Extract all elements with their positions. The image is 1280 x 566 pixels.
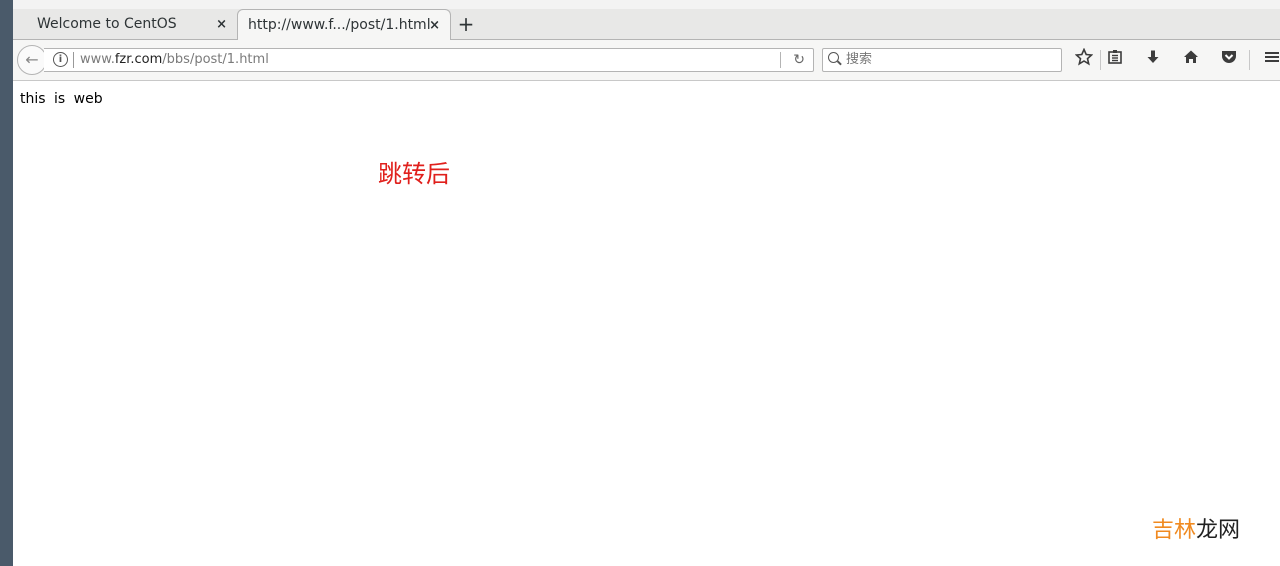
url-prefix: www. <box>80 52 115 67</box>
reading-list-icon[interactable] <box>1103 48 1127 72</box>
tab-strip: Welcome to CentOS × http://www.f.../post… <box>13 0 1280 41</box>
tab-post-1[interactable]: http://www.f.../post/1.html × <box>237 9 451 41</box>
desktop-edge <box>0 0 13 566</box>
reload-icon[interactable]: ↻ <box>793 49 805 71</box>
page-body-text: this is web <box>20 91 103 107</box>
tab-label: http://www.f.../post/1.html <box>248 17 431 33</box>
search-placeholder: 搜索 <box>846 52 873 67</box>
home-icon[interactable] <box>1179 48 1203 72</box>
site-watermark: 吉林龙网 <box>1152 512 1240 544</box>
url-bar[interactable]: i www.fzr.com/bbs/post/1.html ↻ <box>44 48 814 72</box>
watermark-part1: 吉林 <box>1151 518 1196 543</box>
back-button[interactable]: ← <box>17 45 47 75</box>
star-icon[interactable] <box>1072 47 1096 72</box>
info-icon[interactable]: i <box>53 52 68 67</box>
tab-welcome-centos[interactable]: Welcome to CentOS × <box>23 9 237 40</box>
close-icon[interactable]: × <box>429 10 440 41</box>
browser-window: Welcome to CentOS × http://www.f.../post… <box>13 0 1280 566</box>
toolbar-divider <box>1249 50 1250 70</box>
menu-icon[interactable] <box>1260 48 1280 72</box>
navigation-bar: ← i www.fzr.com/bbs/post/1.html ↻ 搜索 <box>13 40 1280 81</box>
search-icon <box>828 52 839 63</box>
new-tab-button[interactable]: + <box>456 9 476 40</box>
download-icon[interactable] <box>1141 48 1165 72</box>
url-host: fzr.com <box>114 52 163 67</box>
redirect-annotation: 跳转后 <box>378 160 450 188</box>
tab-label: Welcome to CentOS <box>37 16 177 32</box>
url-path: /bbs/post/1.html <box>162 52 269 67</box>
toolbar-divider <box>1100 50 1101 70</box>
reload-divider <box>780 52 781 68</box>
search-input[interactable]: 搜索 <box>822 48 1062 72</box>
back-arrow-icon: ← <box>25 50 39 69</box>
close-icon[interactable]: × <box>216 9 227 40</box>
watermark-part2: 龙网 <box>1195 518 1240 543</box>
url-divider <box>73 52 74 68</box>
url-text[interactable]: www.fzr.com/bbs/post/1.html <box>80 49 269 71</box>
pocket-icon[interactable] <box>1217 48 1241 72</box>
